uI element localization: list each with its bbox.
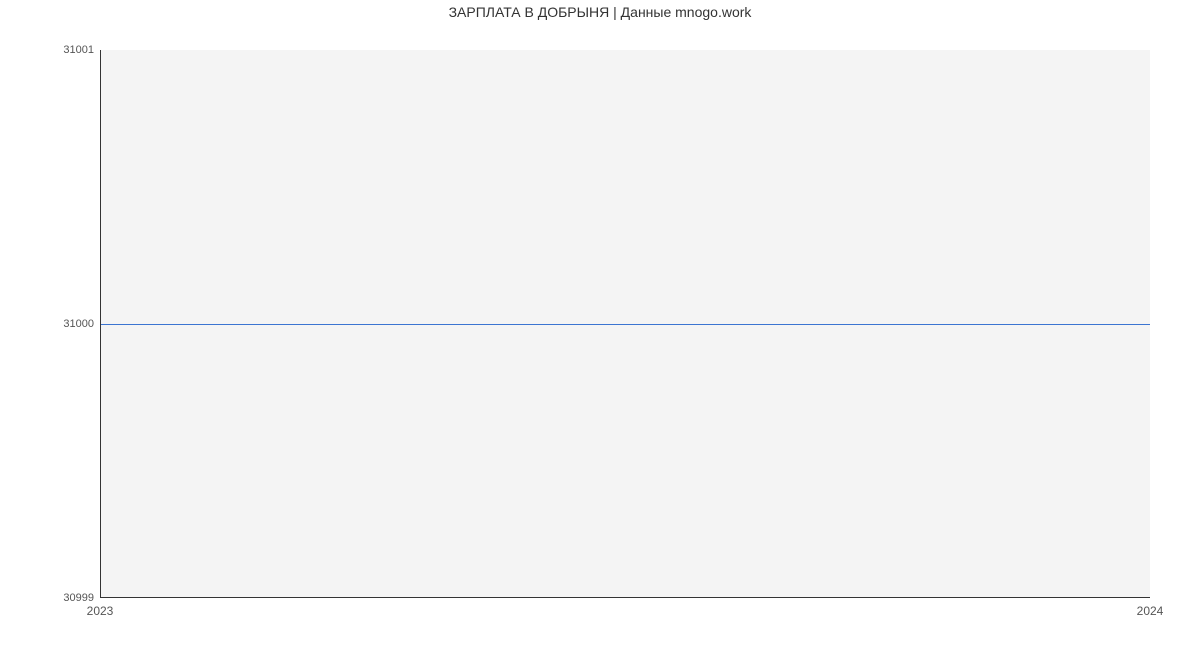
- salary-series-line: [101, 324, 1150, 325]
- y-tick-label: 31000: [4, 318, 94, 330]
- x-tick-label: 2024: [1137, 604, 1164, 618]
- y-tick-label: 30999: [4, 592, 94, 604]
- x-tick-label: 2023: [87, 604, 114, 618]
- plot-area: [100, 50, 1150, 598]
- y-tick-label: 31001: [4, 44, 94, 56]
- chart-title: ЗАРПЛАТА В ДОБРЫНЯ | Данные mnogo.work: [0, 4, 1200, 20]
- salary-chart: ЗАРПЛАТА В ДОБРЫНЯ | Данные mnogo.work 3…: [0, 0, 1200, 650]
